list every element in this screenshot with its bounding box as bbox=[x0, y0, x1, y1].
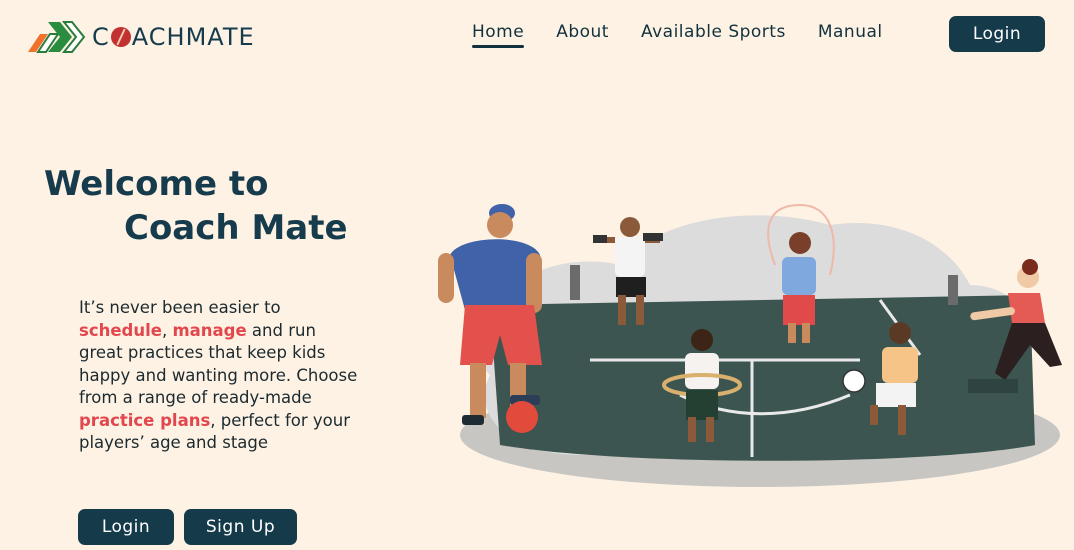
nav-manual[interactable]: Manual bbox=[818, 22, 883, 48]
hero-login-button[interactable]: Login bbox=[78, 509, 174, 545]
hero-title-line1: Welcome to bbox=[44, 164, 269, 204]
hero-title-line2: Coach Mate bbox=[124, 208, 348, 248]
chevron-arrows-logo-icon bbox=[28, 21, 86, 53]
brand-name: C ACHMATE bbox=[92, 23, 255, 51]
brand-name-c: C bbox=[92, 23, 110, 51]
nav-available-sports[interactable]: Available Sports bbox=[641, 22, 786, 48]
hero-illustration bbox=[438, 203, 1062, 487]
court bbox=[490, 295, 1035, 461]
brand-name-rest: ACHMATE bbox=[131, 23, 255, 51]
brand-logo[interactable]: C ACHMATE bbox=[26, 20, 255, 54]
main-nav: Home About Available Sports Manual bbox=[472, 22, 915, 48]
header-login-button[interactable]: Login bbox=[949, 16, 1045, 52]
nav-about[interactable]: About bbox=[556, 22, 609, 48]
desc-text: , bbox=[161, 320, 173, 340]
highlight-practice-plans: practice plans bbox=[79, 410, 211, 430]
highlight-manage: manage bbox=[172, 320, 247, 340]
cricket-ball-icon bbox=[110, 27, 131, 47]
hero-description: It’s never been easier to schedule, mana… bbox=[79, 297, 359, 455]
highlight-schedule: schedule bbox=[79, 320, 162, 340]
nav-home[interactable]: Home bbox=[472, 22, 525, 48]
desc-text: It’s never been easier to bbox=[79, 298, 281, 317]
hero-signup-button[interactable]: Sign Up bbox=[184, 509, 297, 545]
